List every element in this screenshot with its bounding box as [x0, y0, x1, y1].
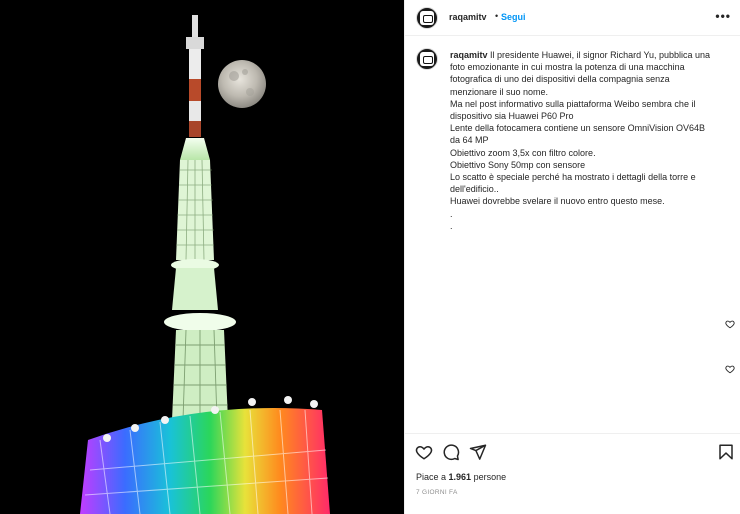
caption-username[interactable]: raqamitv	[450, 50, 488, 60]
tower-moon-image	[0, 0, 404, 514]
comments-area: raqamitv Il presidente Huawei, il signor…	[405, 37, 740, 433]
avatar[interactable]	[416, 7, 438, 29]
more-icon[interactable]: •••	[715, 9, 731, 23]
caption-line: da 64 MP	[450, 135, 489, 146]
post-header: raqamitv • Segui •••	[405, 0, 740, 36]
comment-icon[interactable]	[442, 443, 460, 461]
post-timestamp[interactable]: 7 GIORNI FA	[416, 489, 458, 496]
caption-line: Obiettivo Sony 50mp con sensore	[450, 159, 586, 170]
post-side-panel: raqamitv • Segui ••• raqamitv Il preside…	[404, 0, 740, 514]
likes-number: 1.961	[448, 472, 472, 482]
caption-line: .	[450, 220, 453, 231]
header-username[interactable]: raqamitv	[449, 12, 487, 22]
caption-line: foto emozionante in cui mostra la potenz…	[450, 62, 685, 73]
follow-button[interactable]: Segui	[501, 12, 526, 22]
caption-line: Lo scatto è speciale perché ha mostrato …	[450, 172, 696, 183]
caption: raqamitv Il presidente Huawei, il signor…	[450, 49, 730, 232]
caption-text: Il presidente Huawei, il signor Richard …	[490, 50, 711, 60]
separator-dot: •	[495, 11, 499, 21]
comment-like-heart-icon[interactable]	[725, 319, 735, 329]
post-photo[interactable]	[0, 0, 404, 514]
heart-icon[interactable]	[415, 443, 433, 461]
likes-suffix: persone	[471, 472, 507, 482]
caption-line: raqamitv Il presidente Huawei, il signor…	[450, 49, 730, 61]
share-icon[interactable]	[469, 443, 487, 461]
comment-like-heart-icon[interactable]	[725, 364, 735, 374]
caption-line: Obiettivo zoom 3,5x con filtro colore.	[450, 147, 596, 158]
post-actions: Piace a 1.961 persone 7 GIORNI FA	[405, 433, 740, 514]
likes-prefix: Piace a	[416, 472, 449, 482]
camera-icon	[420, 11, 434, 25]
caption-line: Huawei dovrebbe svelare il nuovo entro q…	[450, 196, 665, 207]
camera-icon	[420, 52, 434, 66]
caption-avatar[interactable]	[416, 48, 438, 70]
caption-line: dell'edificio..	[450, 184, 499, 195]
caption-line: fotografica di uno dei dispositivi della…	[450, 74, 670, 85]
caption-line: dispositivo sia Huawei P60 Pro	[450, 111, 574, 122]
caption-line: .	[450, 208, 453, 219]
caption-line: Lente della fotocamera contiene un senso…	[450, 123, 705, 134]
caption-line: Ma nel post informativo sulla piattaform…	[450, 98, 696, 109]
caption-line: menzionare il suo nome.	[450, 86, 549, 97]
bookmark-icon[interactable]	[717, 443, 735, 461]
likes-count[interactable]: Piace a 1.961 persone	[416, 472, 506, 482]
